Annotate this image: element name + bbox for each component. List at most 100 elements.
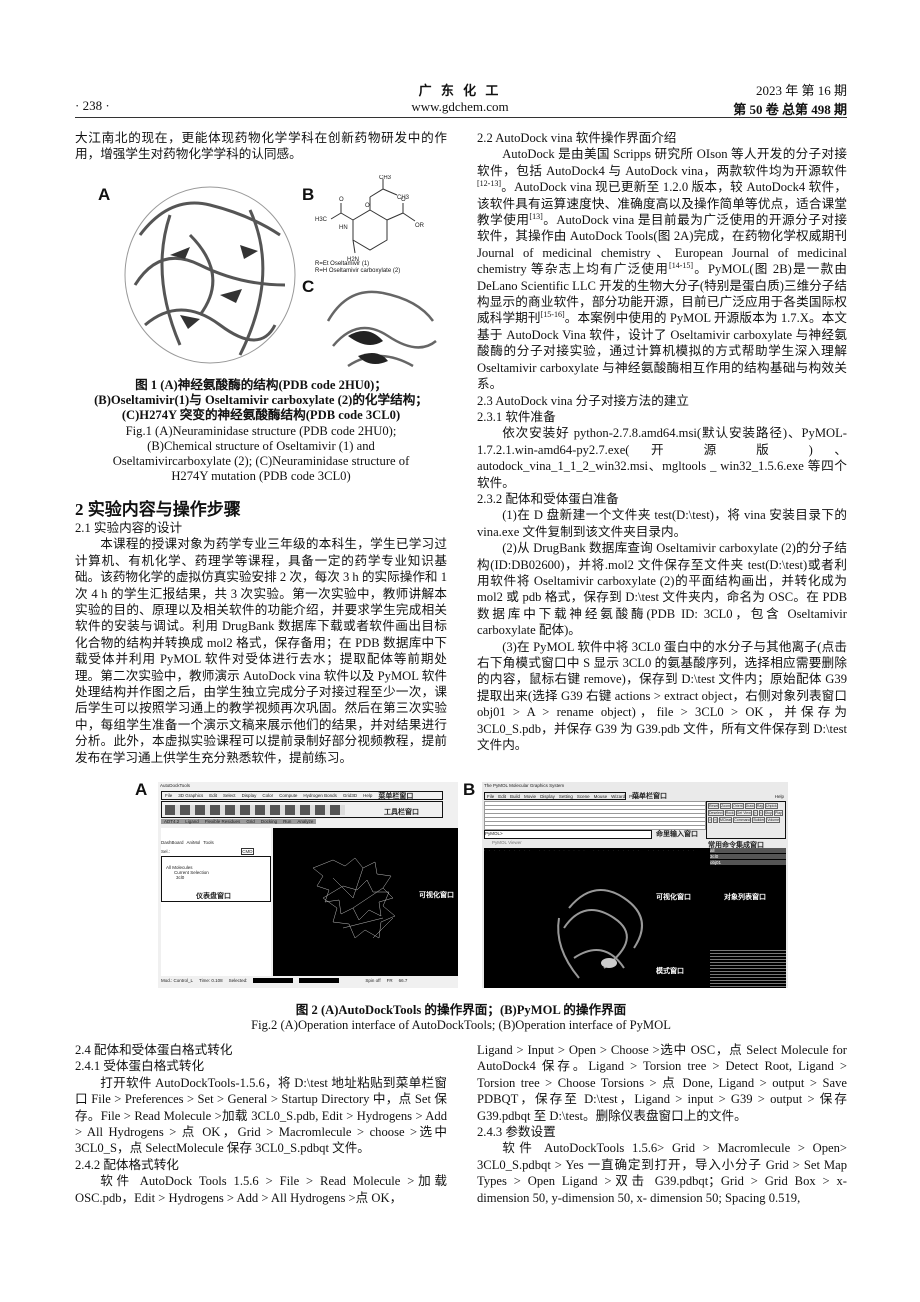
tab[interactable]: Analyze bbox=[297, 819, 313, 824]
menu-item[interactable]: Movie bbox=[524, 794, 536, 799]
toolbar: 工具栏窗口 bbox=[161, 801, 443, 818]
bottom-left-column: 2.4 配体和受体蛋白格式转化 2.4.1 受体蛋白格式转化 打开软件 Auto… bbox=[75, 1042, 447, 1206]
object-item[interactable]: obj01 bbox=[710, 860, 786, 865]
panel-tab[interactable]: Tools bbox=[203, 840, 214, 845]
tab[interactable]: Ligand bbox=[185, 819, 199, 824]
pymol-button[interactable]: Unpick bbox=[765, 803, 778, 809]
chem-label: CH3 bbox=[379, 175, 392, 181]
pymol-button[interactable]: Command bbox=[733, 817, 752, 823]
pymol-button[interactable]: |< bbox=[752, 810, 758, 816]
dashboard-annotation: 仪表盘窗口 bbox=[196, 893, 231, 900]
menu-item[interactable]: Color bbox=[262, 793, 273, 798]
section-2-1-heading: 2.1 实验内容的设计 bbox=[75, 521, 183, 535]
pymol-button[interactable]: Rock bbox=[724, 810, 735, 816]
citation-ref: [13] bbox=[529, 211, 543, 221]
tab[interactable]: Run bbox=[283, 819, 291, 824]
section-2-3-2-step-1: (1)在 D 盘新建一个文件夹 test(D:\test)，将 vina 安装目… bbox=[477, 508, 847, 539]
caption-en-line: Oseltamivircarboxylate (2); (C)Neuramini… bbox=[112, 454, 410, 469]
module-tabs: ADT4.2 Ligand Flexible Residues Grid Docking… bbox=[161, 819, 317, 824]
panel-tab[interactable]: DashBoard bbox=[161, 840, 184, 845]
status-mod: Mod.: Control_L bbox=[161, 978, 194, 983]
figure-2: A B AutoDockTools File 3D Graphics Edit Sel… bbox=[130, 780, 790, 990]
caption-en-line: Fig.1 (A)Neuraminidase structure (PDB co… bbox=[125, 423, 397, 438]
menu-item[interactable]: Select bbox=[223, 793, 236, 798]
section-2-4-2-heading: 2.4.2 配体格式转化 bbox=[75, 1157, 179, 1172]
menu-item[interactable]: File bbox=[165, 793, 172, 798]
pymol-button[interactable]: Play bbox=[773, 810, 783, 816]
panel-tab[interactable]: AniMol bbox=[187, 840, 201, 845]
viewer-label: PyMOL Viewer bbox=[492, 840, 522, 845]
objects-annotation: 对象列表窗口 bbox=[724, 894, 766, 901]
tab[interactable]: ADT4.2 bbox=[164, 819, 179, 824]
menu-item[interactable]: Mouse bbox=[594, 794, 608, 799]
menu-item[interactable]: Build bbox=[510, 794, 520, 799]
status-bar: Mod.: Control_L Time: 0.108 Selected: Spin… bbox=[161, 978, 407, 983]
section-2-4-heading: 2.4 配体和受体蛋白格式转化 bbox=[75, 1043, 233, 1057]
viewer-annotation: 可视化窗口 bbox=[656, 894, 691, 901]
menu-bar: File 3D Graphics Edit Select Display Color Com… bbox=[161, 791, 443, 800]
menu-item[interactable]: File bbox=[487, 794, 494, 799]
object-item[interactable]: all bbox=[710, 848, 786, 853]
caption-cn-line: (B)Oseltamivir(1)与 Oseltamivir carboxyla… bbox=[94, 393, 428, 408]
viewer-annotation: 可视化窗口 bbox=[419, 892, 454, 899]
tab[interactable]: Docking bbox=[261, 819, 277, 824]
help-menu[interactable]: Help bbox=[775, 794, 784, 799]
citation-ref: [12-13] bbox=[477, 179, 501, 189]
chem-label: O bbox=[365, 203, 370, 209]
tab[interactable]: Flexible Residues bbox=[205, 819, 241, 824]
section-2-3-2-step-2: (2)从 DrugBank 数据库查询 Oseltamivir carboxyl… bbox=[477, 541, 847, 638]
bottom-right-column: Ligand > Input > Open > Choose >选中 OSC，点… bbox=[477, 1042, 847, 1206]
pymol-button[interactable]: >| bbox=[713, 817, 718, 823]
figure-1: A B C CH3 CH3 H3C O O HN O OR H2N R=Et O… bbox=[90, 175, 445, 373]
mouse-mode-panel[interactable] bbox=[710, 948, 786, 988]
pymol-button[interactable]: Get View bbox=[735, 810, 752, 816]
pymol-button[interactable]: Ray bbox=[755, 803, 765, 809]
status-selected: Selected: bbox=[228, 978, 248, 983]
button-panel: Reset Zoom Orient Draw Ray Unpick Deselect Rock… bbox=[706, 801, 786, 839]
section-2-heading: 2 实验内容与操作步骤 bbox=[75, 500, 241, 519]
menu-item[interactable]: Setting bbox=[559, 794, 573, 799]
cmd-dropdown[interactable]: CMD bbox=[241, 848, 254, 855]
menu-item[interactable]: Compute bbox=[279, 793, 297, 798]
tab[interactable]: Grid bbox=[246, 819, 255, 824]
object-item[interactable]: 3cl0 bbox=[710, 854, 786, 859]
pymol-button[interactable]: Deselect bbox=[708, 810, 724, 816]
menu-item[interactable]: Scene bbox=[577, 794, 590, 799]
section-2-4-1-heading: 2.4.1 受体蛋白格式转化 bbox=[75, 1059, 205, 1074]
section-2-4-2-continued: Ligand > Input > Open > Choose >选中 OSC，点… bbox=[477, 1043, 847, 1123]
oseltamivir-chemical-structure: CH3 CH3 H3C O O HN O OR H2N bbox=[315, 175, 425, 263]
menu-item[interactable]: Hydrogen Bonds bbox=[303, 793, 337, 798]
tree-item[interactable]: 3cl0 bbox=[166, 875, 266, 880]
menu-item[interactable]: Edit bbox=[209, 793, 217, 798]
section-2-2-heading: 2.2 AutoDock vina 软件操作界面介绍 bbox=[477, 131, 677, 145]
panel-label-a: A bbox=[135, 780, 148, 799]
pymol-button[interactable]: > bbox=[708, 817, 713, 823]
section-2-3-1-paragraph: 依次安装好 python-2.7.8.amd64.msi(默认安装路径)、PyM… bbox=[477, 426, 847, 490]
pymol-button[interactable]: Orient bbox=[732, 803, 744, 809]
menu-item[interactable]: Edit bbox=[498, 794, 506, 799]
menu-item[interactable]: Wizard bbox=[611, 794, 625, 799]
command-input[interactable]: PyMOL> bbox=[484, 830, 652, 839]
menu-annotation: 菜单栏窗口 bbox=[378, 792, 414, 800]
menu-item[interactable]: Display bbox=[540, 794, 555, 799]
section-2-3-2-step-3: (3)在 PyMOL 软件中将 3CL0 蛋白中的水分子与其他离子(点击右下角模… bbox=[477, 639, 847, 753]
pymol-button[interactable]: Volume bbox=[766, 817, 781, 823]
right-column: 2.2 AutoDock vina 软件操作界面介绍 AutoDock 是由美国… bbox=[477, 130, 847, 753]
pymol-button[interactable]: MClear bbox=[719, 817, 733, 823]
menu-item[interactable]: Display bbox=[242, 793, 257, 798]
pymol-button[interactable]: Reset bbox=[708, 803, 720, 809]
pymol-button[interactable]: Builder bbox=[752, 817, 766, 823]
output-log bbox=[484, 801, 706, 830]
pymol-button[interactable]: Zoom bbox=[720, 803, 732, 809]
menu-bar: File Edit Build Movie Display Setting Scene Mou… bbox=[484, 792, 642, 800]
pymol-button[interactable]: Draw bbox=[744, 803, 755, 809]
menu-item[interactable]: 3D Graphics bbox=[178, 793, 203, 798]
section-2-4-3-paragraph: 软件 AutoDockTools 1.5.6> Grid > Macromlec… bbox=[477, 1141, 847, 1205]
menu-item[interactable]: Grid3D bbox=[343, 793, 357, 798]
pymol-button[interactable]: Stop bbox=[763, 810, 773, 816]
spin-toggle[interactable]: Spin off bbox=[365, 978, 380, 983]
menu-item[interactable]: Help bbox=[363, 793, 372, 798]
caption-cn-line: (C)H274Y 突变的神经氨酸酶结构(PDB code 3CL0) bbox=[121, 408, 401, 423]
pymol-button[interactable]: < bbox=[758, 810, 763, 816]
sel-label: Sel.: bbox=[161, 849, 171, 854]
